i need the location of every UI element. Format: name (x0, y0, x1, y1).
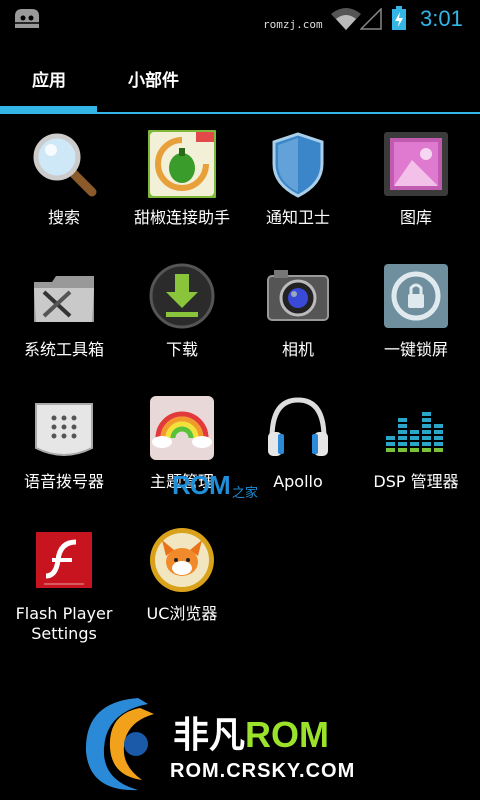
battery-charging-icon (392, 6, 406, 30)
tab-widgets[interactable]: 小部件 (128, 66, 179, 91)
brand-name: 非凡ROM (173, 714, 330, 755)
search-icon (33, 133, 97, 197)
app-label: UC浏览器 (146, 604, 218, 623)
clock: 3:01 (420, 6, 463, 31)
gallery-icon (384, 132, 448, 196)
flash-player-icon (36, 532, 92, 588)
app-label: 相机 (281, 340, 314, 359)
app-label: 通知卫士 (265, 208, 330, 227)
app-pepper-connect[interactable]: 甜椒连接助手 (122, 126, 242, 256)
app-label: 甜椒连接助手 (133, 208, 230, 227)
app-dsp-manager[interactable]: DSP 管理器 (356, 390, 476, 520)
app-flash-player-settings[interactable]: Flash Player Settings (4, 522, 124, 652)
voice-dialer-icon (35, 403, 93, 456)
carrier-label: romzj.com (263, 18, 323, 31)
tab-apps[interactable]: 应用 (32, 66, 66, 91)
app-label: 搜索 (47, 208, 80, 227)
equalizer-icon (386, 412, 443, 452)
tab-selected-indicator (0, 106, 97, 114)
app-camera[interactable]: 相机 (238, 258, 358, 388)
footer-brand-logo: 非凡ROM ROM.CRSKY.COM (78, 692, 408, 796)
app-system-toolbox[interactable]: 系统工具箱 (4, 258, 124, 388)
shield-icon (272, 132, 324, 198)
uc-browser-icon (150, 528, 214, 592)
app-label: 系统工具箱 (23, 340, 104, 359)
pepper-connect-icon (148, 130, 216, 198)
lock-icon (384, 264, 448, 328)
app-label: 语音拨号器 (23, 472, 104, 491)
watermark-logo: ROM (172, 470, 231, 500)
download-icon (149, 263, 215, 329)
app-search[interactable]: 搜索 (4, 126, 124, 256)
app-label: 一键锁屏 (383, 340, 448, 359)
brand-url: ROM.CRSKY.COM (170, 760, 356, 782)
cyanogenmod-icon (15, 9, 39, 28)
app-label: 图库 (399, 208, 432, 227)
status-bar: romzj.com 3:01 (0, 0, 480, 38)
app-notification-guard[interactable]: 通知卫士 (238, 126, 358, 256)
headphones-icon (268, 397, 328, 456)
tab-bar: 应用 小部件 (0, 38, 480, 116)
app-label: 下载 (165, 340, 198, 359)
toolbox-icon (34, 276, 94, 322)
wifi-icon (331, 8, 361, 30)
watermark-logo-sub: 之家 (232, 486, 259, 501)
app-voice-dialer[interactable]: 语音拨号器 (4, 390, 124, 520)
app-one-key-lock[interactable]: 一键锁屏 (356, 258, 476, 388)
app-label: DSP 管理器 (373, 472, 459, 491)
camera-icon (267, 270, 329, 321)
app-label: Flash Player Settings (15, 604, 113, 643)
app-uc-browser[interactable]: UC浏览器 (122, 522, 242, 652)
theme-manager-icon (150, 396, 214, 460)
app-download[interactable]: 下载 (122, 258, 242, 388)
app-gallery[interactable]: 图库 (356, 126, 476, 256)
signal-icon (360, 8, 382, 30)
